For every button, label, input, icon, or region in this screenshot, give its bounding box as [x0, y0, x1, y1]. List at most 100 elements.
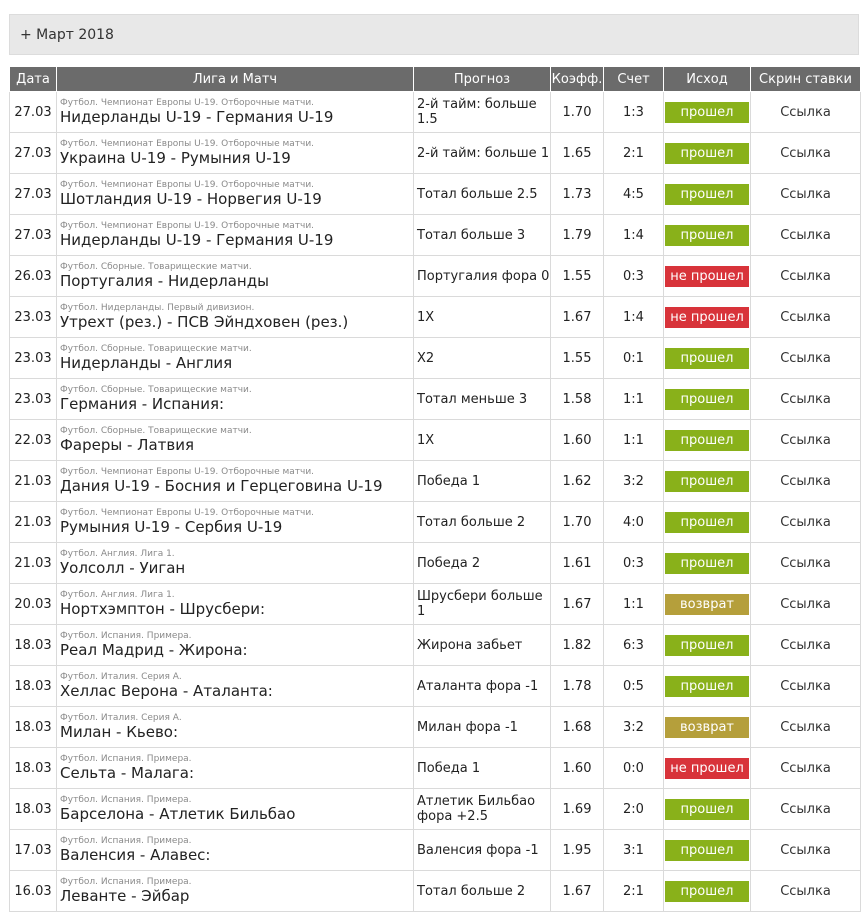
row-league-match: Футбол. Сборные. Товарищеские матчи. Герм…	[56, 378, 414, 420]
row-prediction: Жирона забьет	[413, 624, 551, 666]
screenshot-link[interactable]: Ссылка	[750, 583, 861, 625]
row-result: прошел	[663, 788, 751, 830]
row-date: 18.03	[9, 665, 57, 707]
status-badge: прошел	[665, 224, 749, 246]
screenshot-link[interactable]: Ссылка	[750, 706, 861, 748]
row-score: 1:3	[603, 91, 664, 133]
match-name: Дания U-19 - Босния и Герцеговина U-19	[60, 478, 383, 495]
row-date: 23.03	[9, 337, 57, 379]
row-date: 16.03	[9, 870, 57, 912]
row-result: прошел	[663, 173, 751, 215]
match-name: Румыния U-19 - Сербия U-19	[60, 519, 283, 536]
status-badge: прошел	[665, 429, 749, 451]
match-name: Леванте - Эйбар	[60, 888, 190, 905]
row-odds: 1.61	[550, 542, 604, 584]
status-badge: прошел	[665, 675, 749, 697]
row-prediction: Победа 1	[413, 460, 551, 502]
row-score: 0:0	[603, 747, 664, 789]
row-score: 2:0	[603, 788, 664, 830]
row-league-match: Футбол. Испания. Примера. Сельта - Малага…	[56, 747, 414, 789]
table-row: 18.03 Футбол. Испания. Примера. Реал Мадри…	[9, 624, 861, 666]
match-name: Утрехт (рез.) - ПСВ Эйндховен (рез.)	[60, 314, 349, 331]
screenshot-link[interactable]: Ссылка	[750, 624, 861, 666]
row-league-match: Футбол. Англия. Лига 1. Нортхэмптон - Шру…	[56, 583, 414, 625]
status-badge: прошел	[665, 880, 749, 902]
row-league-match: Футбол. Испания. Примера. Леванте - Эйбар	[56, 870, 414, 912]
match-name: Сельта - Малага:	[60, 765, 195, 782]
row-result: прошел	[663, 132, 751, 174]
row-prediction: Шрусбери больше 1	[413, 583, 551, 625]
table-header-row: Дата Лига и Матч Прогноз Коэфф. Счет Исх…	[9, 66, 861, 92]
row-score: 1:1	[603, 583, 664, 625]
row-league-match: Футбол. Англия. Лига 1. Уолсолл - Уиган	[56, 542, 414, 584]
status-badge: прошел	[665, 183, 749, 205]
row-league-match: Футбол. Испания. Примера. Барселона - Атл…	[56, 788, 414, 830]
screenshot-link[interactable]: Ссылка	[750, 378, 861, 420]
row-score: 4:0	[603, 501, 664, 543]
status-badge: прошел	[665, 839, 749, 861]
status-badge: не прошел	[665, 306, 749, 328]
header-prediction: Прогноз	[413, 66, 551, 92]
screenshot-link[interactable]: Ссылка	[750, 460, 861, 502]
league-name: Футбол. Сборные. Товарищеские матчи.	[60, 385, 252, 395]
screenshot-link[interactable]: Ссылка	[750, 214, 861, 256]
status-badge: прошел	[665, 470, 749, 492]
row-date: 21.03	[9, 501, 57, 543]
screenshot-link[interactable]: Ссылка	[750, 255, 861, 297]
row-prediction: 2-й тайм: больше 1	[413, 132, 551, 174]
row-prediction: 2-й тайм: больше 1.5	[413, 91, 551, 133]
row-league-match: Футбол. Чемпионат Европы U-19. Отборочны…	[56, 132, 414, 174]
screenshot-link[interactable]: Ссылка	[750, 337, 861, 379]
screenshot-link[interactable]: Ссылка	[750, 296, 861, 338]
screenshot-link[interactable]: Ссылка	[750, 91, 861, 133]
row-odds: 1.95	[550, 829, 604, 871]
screenshot-link[interactable]: Ссылка	[750, 870, 861, 912]
screenshot-link[interactable]: Ссылка	[750, 665, 861, 707]
row-odds: 1.70	[550, 91, 604, 133]
row-result: прошел	[663, 337, 751, 379]
league-name: Футбол. Испания. Примера.	[60, 877, 192, 887]
status-badge: прошел	[665, 101, 749, 123]
row-result: прошел	[663, 829, 751, 871]
match-name: Нортхэмптон - Шрусбери:	[60, 601, 266, 618]
screenshot-link[interactable]: Ссылка	[750, 542, 861, 584]
row-score: 3:2	[603, 460, 664, 502]
row-score: 0:3	[603, 255, 664, 297]
screenshot-link[interactable]: Ссылка	[750, 132, 861, 174]
header-date: Дата	[9, 66, 57, 92]
row-date: 26.03	[9, 255, 57, 297]
table-row: 27.03 Футбол. Чемпионат Европы U-19. Отбо…	[9, 214, 861, 256]
screenshot-link[interactable]: Ссылка	[750, 501, 861, 543]
league-name: Футбол. Испания. Примера.	[60, 754, 192, 764]
row-score: 4:5	[603, 173, 664, 215]
table-row: 21.03 Футбол. Чемпионат Европы U-19. Отбо…	[9, 501, 861, 543]
screenshot-link[interactable]: Ссылка	[750, 829, 861, 871]
row-odds: 1.60	[550, 747, 604, 789]
header-league-match: Лига и Матч	[56, 66, 414, 92]
row-date: 23.03	[9, 378, 57, 420]
month-toggle[interactable]: + Март 2018	[9, 14, 859, 55]
screenshot-link[interactable]: Ссылка	[750, 788, 861, 830]
status-badge: прошел	[665, 634, 749, 656]
status-badge: не прошел	[665, 757, 749, 779]
row-date: 20.03	[9, 583, 57, 625]
screenshot-link[interactable]: Ссылка	[750, 419, 861, 461]
row-date: 23.03	[9, 296, 57, 338]
league-name: Футбол. Нидерланды. Первый дивизион.	[60, 303, 255, 313]
row-league-match: Футбол. Италия. Серия А. Милан - Кьево:	[56, 706, 414, 748]
status-badge: возврат	[665, 716, 749, 738]
screenshot-link[interactable]: Ссылка	[750, 173, 861, 215]
row-date: 17.03	[9, 829, 57, 871]
row-result: не прошел	[663, 296, 751, 338]
row-prediction: Тотал больше 2.5	[413, 173, 551, 215]
row-odds: 1.65	[550, 132, 604, 174]
row-score: 3:2	[603, 706, 664, 748]
row-result: прошел	[663, 624, 751, 666]
match-name: Украина U-19 - Румыния U-19	[60, 150, 291, 167]
table-row: 21.03 Футбол. Чемпионат Европы U-19. Отбо…	[9, 460, 861, 502]
screenshot-link[interactable]: Ссылка	[750, 747, 861, 789]
row-prediction: X2	[413, 337, 551, 379]
league-name: Футбол. Сборные. Товарищеские матчи.	[60, 426, 252, 436]
row-score: 6:3	[603, 624, 664, 666]
match-name: Уолсолл - Уиган	[60, 560, 186, 577]
